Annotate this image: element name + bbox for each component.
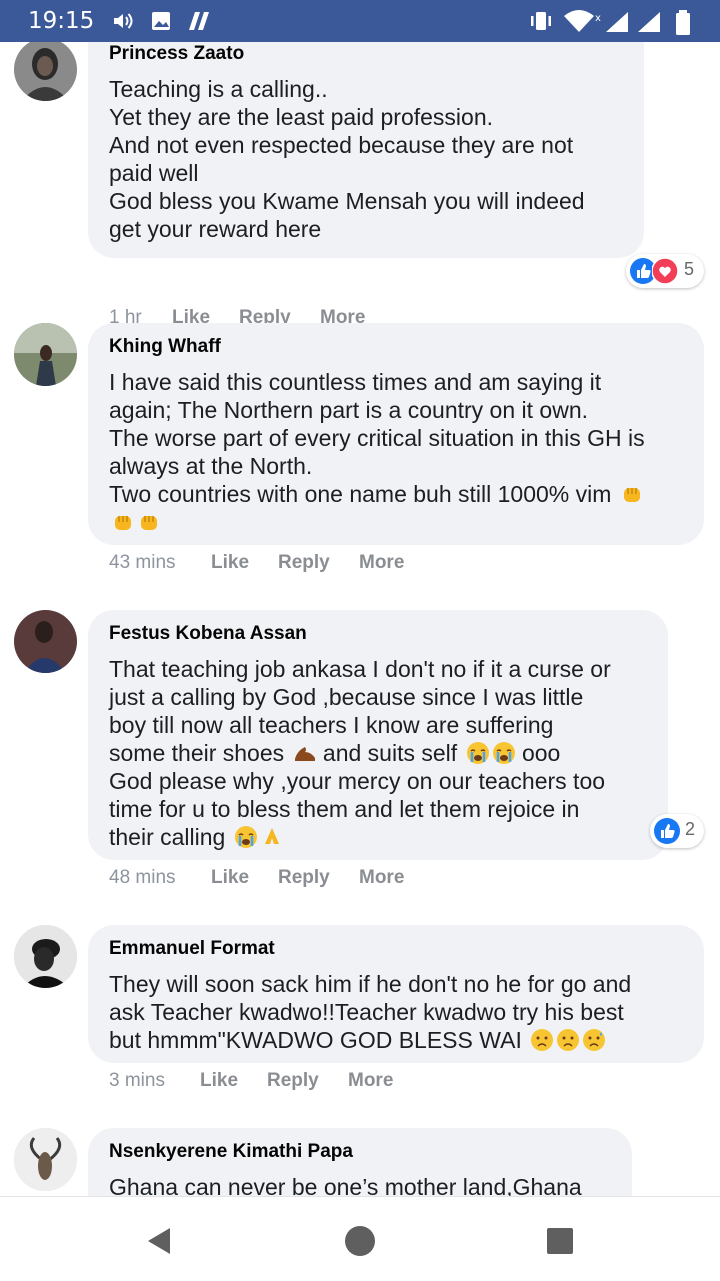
raised-fist-emoji <box>141 516 157 530</box>
avatar[interactable] <box>14 323 77 386</box>
recents-icon[interactable] <box>540 1221 580 1261</box>
avatar[interactable] <box>14 42 77 101</box>
comment-text: Ghana can never be one’s mother land,Gha… <box>109 1174 582 1196</box>
home-icon[interactable] <box>340 1221 380 1261</box>
comment-author[interactable]: Princess Zaato <box>109 42 624 66</box>
volume-icon <box>114 13 133 29</box>
folded-hands-emoji <box>264 828 279 844</box>
reaction-summary[interactable]: 2 <box>650 814 704 848</box>
comment-text: Teaching is a calling.. Yet they are the … <box>109 76 585 242</box>
shoe-emoji <box>294 747 315 761</box>
comment-text: They will soon sack him if he don't no h… <box>109 971 632 1053</box>
comment-time: 43 mins <box>109 552 176 573</box>
comment-bubble[interactable]: Nsenkyerene Kimathi Papa Ghana can never… <box>88 1128 632 1196</box>
battery-icon <box>676 10 690 35</box>
comment-bubble[interactable]: Princess Zaato Teaching is a calling.. Ye… <box>88 42 644 258</box>
back-icon[interactable] <box>140 1221 180 1261</box>
avatar[interactable] <box>14 1128 77 1191</box>
status-bar: 19:15 x <box>0 0 720 42</box>
navigation-bar <box>0 1196 720 1281</box>
reaction-count: 2 <box>685 819 696 839</box>
comment-bubble[interactable]: Khing Whaff I have said this countless t… <box>88 323 704 545</box>
like-button[interactable]: Like <box>200 1069 238 1093</box>
signal-icon <box>638 12 660 32</box>
worried-face-emoji <box>557 1029 580 1051</box>
raised-fist-emoji <box>115 516 131 530</box>
reply-button[interactable]: Reply <box>267 1069 319 1093</box>
comment-bubble[interactable]: Emmanuel Format They will soon sack him … <box>88 925 704 1063</box>
comment-time: 3 mins <box>109 1070 165 1091</box>
comment-time: 48 mins <box>109 867 176 888</box>
reaction-summary[interactable]: 5 <box>626 254 704 288</box>
wifi-icon: x <box>564 10 601 32</box>
avatar[interactable] <box>14 610 77 673</box>
more-button[interactable]: More <box>348 1069 393 1093</box>
comment-text: I have said this countless times and am … <box>109 368 684 536</box>
reply-button[interactable]: Reply <box>278 551 330 575</box>
avatar[interactable] <box>14 925 77 988</box>
like-icon <box>654 818 680 844</box>
comment-author[interactable]: Festus Kobena Assan <box>109 622 648 646</box>
signal-icon <box>606 12 628 32</box>
crying-face-emoji <box>466 742 489 764</box>
reaction-count: 5 <box>684 259 695 279</box>
status-time: 19:15 <box>28 8 95 34</box>
like-button[interactable]: Like <box>211 551 249 575</box>
sad-sweat-face-emoji <box>583 1029 606 1051</box>
comment-author[interactable]: Emmanuel Format <box>109 937 684 961</box>
crying-face-emoji <box>492 742 515 764</box>
more-button[interactable]: More <box>359 551 404 575</box>
nfc-icon <box>189 12 209 30</box>
worried-face-emoji <box>531 1029 554 1051</box>
comment-feed[interactable]: Princess Zaato Teaching is a calling.. Ye… <box>0 42 720 1196</box>
raised-fist-emoji <box>623 488 640 502</box>
comment-bubble[interactable]: Festus Kobena Assan That teaching job an… <box>88 610 668 860</box>
love-icon <box>652 258 678 284</box>
comment-author[interactable]: Khing Whaff <box>109 335 684 359</box>
crying-face-emoji <box>234 826 257 848</box>
more-button[interactable]: More <box>359 866 404 890</box>
like-button[interactable]: Like <box>211 866 249 890</box>
reply-button[interactable]: Reply <box>278 866 330 890</box>
image-icon <box>152 12 170 30</box>
comment-text: That teaching job ankasa I don't no if i… <box>109 656 611 850</box>
svg-text:x: x <box>595 13 601 24</box>
vibrate-icon <box>531 12 551 30</box>
comment-author[interactable]: Nsenkyerene Kimathi Papa <box>109 1140 612 1164</box>
